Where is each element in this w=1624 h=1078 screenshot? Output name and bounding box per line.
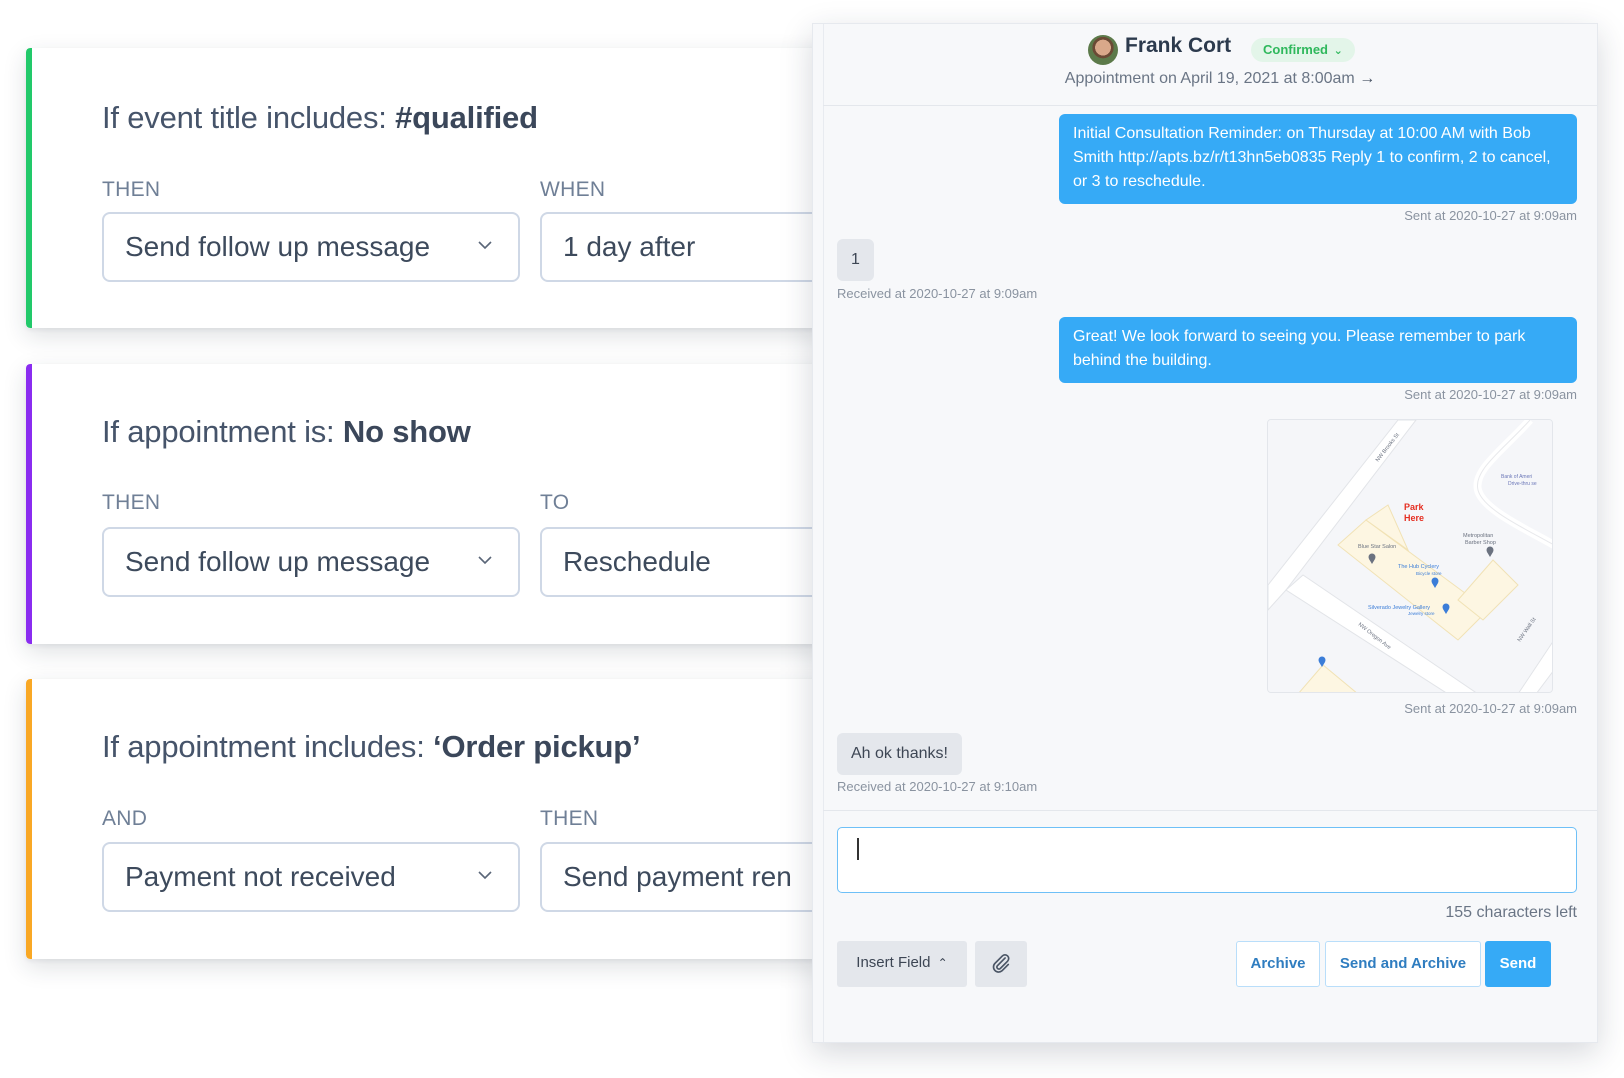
- rule-accent-bar: [26, 679, 32, 959]
- conversation-header: Frank Cort Confirmed ⌄ Appointment on Ap…: [823, 24, 1597, 106]
- message-input[interactable]: [837, 827, 1577, 893]
- avatar: [1088, 35, 1118, 65]
- message-bubble-sent: Great! We look forward to seeing you. Pl…: [1059, 317, 1577, 383]
- map-label-poi-type: Bicycle store: [1416, 571, 1442, 576]
- map-label-poi: Metropolitan: [1463, 533, 1493, 539]
- then-select-value: Send follow up message: [125, 231, 431, 262]
- arrow-right-icon: →: [1359, 70, 1376, 87]
- rule-title-value: #qualified: [395, 100, 538, 135]
- status-label: Confirmed: [1263, 42, 1328, 57]
- message-meta: Sent at 2020-10-27 at 9:09am: [1404, 701, 1577, 716]
- map-label-poi: Blue Star Salon: [1358, 544, 1396, 550]
- rule-title-prefix: If appointment is:: [102, 414, 343, 449]
- rule-accent-bar: [26, 364, 32, 644]
- to-select-value: Reschedule: [563, 546, 711, 577]
- message-meta: Received at 2020-10-27 at 9:09am: [837, 286, 1038, 301]
- archive-button[interactable]: Archive: [1236, 941, 1320, 987]
- map-label-poi: The Hub Cyclery: [1398, 564, 1439, 570]
- characters-left: 155 characters left: [1445, 904, 1577, 921]
- send-button[interactable]: Send: [1485, 941, 1551, 987]
- appointment-text: Appointment on April 19, 2021 at 8:00am: [1064, 70, 1355, 87]
- and-label: AND: [102, 807, 148, 830]
- then-select[interactable]: Send follow up message: [102, 212, 520, 282]
- map-label-poi: Drive-thru se: [1508, 481, 1537, 487]
- map-label-poi: Bank of Ameri: [1501, 474, 1532, 480]
- rule-title-value: No show: [342, 414, 471, 449]
- to-label: TO: [540, 491, 570, 514]
- rule-accent-bar: [26, 48, 32, 328]
- chevron-down-icon: ⌄: [1333, 45, 1343, 57]
- map-label-park: Park: [1404, 502, 1425, 512]
- message-meta: Received at 2020-10-27 at 9:10am: [837, 779, 1038, 794]
- map-label-here: Here: [1404, 513, 1424, 523]
- map-image-attachment[interactable]: Park Here Blue Star Salon The Hub Cycler…: [1267, 419, 1553, 693]
- then-select-value: Send payment ren: [563, 861, 792, 892]
- when-label: WHEN: [540, 178, 606, 201]
- then-label: THEN: [102, 491, 161, 514]
- and-select-value: Payment not received: [125, 861, 396, 892]
- chevron-down-icon: [478, 556, 492, 565]
- status-badge[interactable]: Confirmed ⌄: [1251, 38, 1355, 62]
- paperclip-icon: [992, 954, 1010, 973]
- rule-card-order-pickup: If appointment includes: ‘Order pickup’ …: [26, 679, 826, 959]
- to-select[interactable]: Reschedule: [540, 527, 826, 597]
- then-label: THEN: [540, 807, 599, 830]
- map-graphic: Park Here Blue Star Salon The Hub Cycler…: [1268, 420, 1552, 692]
- insert-field-label: Insert Field: [856, 954, 931, 971]
- rule-card-no-show: If appointment is: No show THEN TO Send …: [26, 364, 826, 644]
- rule-title-value: ‘Order pickup’: [433, 729, 641, 764]
- then-select[interactable]: Send payment ren: [540, 842, 826, 912]
- composer-divider: [823, 810, 1597, 811]
- then-select[interactable]: Send follow up message: [102, 527, 520, 597]
- and-select[interactable]: Payment not received: [102, 842, 520, 912]
- rule-title-prefix: If event title includes:: [102, 100, 396, 135]
- text-caret: [857, 838, 859, 860]
- map-label-poi-type: Jewelry store: [1408, 611, 1435, 616]
- rule-card-qualified: If event title includes: #qualified THEN…: [26, 48, 826, 328]
- then-select-value: Send follow up message: [125, 546, 431, 577]
- attach-button[interactable]: [975, 941, 1027, 987]
- rule-title: If appointment is: No show: [102, 414, 471, 450]
- map-label-poi: Barber Shop: [1465, 540, 1496, 546]
- when-select-value: 1 day after: [563, 231, 696, 262]
- chevron-down-icon: [478, 241, 492, 250]
- insert-field-button[interactable]: Insert Field ⌃: [837, 941, 967, 987]
- message-bubble-received: Ah ok thanks!: [837, 733, 962, 775]
- message-meta: Sent at 2020-10-27 at 9:09am: [1404, 208, 1577, 223]
- conversation-panel: Frank Cort Confirmed ⌄ Appointment on Ap…: [812, 23, 1598, 1043]
- chevron-down-icon: [478, 871, 492, 880]
- message-bubble-sent: Initial Consultation Reminder: on Thursd…: [1059, 114, 1577, 204]
- chevron-up-icon: ⌃: [937, 956, 948, 970]
- send-and-archive-button[interactable]: Send and Archive: [1325, 941, 1481, 987]
- appointment-link[interactable]: Appointment on April 19, 2021 at 8:00am …: [823, 70, 1597, 88]
- rule-title: If appointment includes: ‘Order pickup’: [102, 729, 641, 765]
- message-meta: Sent at 2020-10-27 at 9:09am: [1404, 387, 1577, 402]
- when-select[interactable]: 1 day after: [540, 212, 826, 282]
- rule-title: If event title includes: #qualified: [102, 100, 538, 136]
- contact-name: Frank Cort: [1125, 34, 1232, 57]
- message-bubble-received: 1: [837, 239, 874, 281]
- rule-title-prefix: If appointment includes:: [102, 729, 434, 764]
- panel-divider: [823, 24, 824, 1042]
- then-label: THEN: [102, 178, 161, 201]
